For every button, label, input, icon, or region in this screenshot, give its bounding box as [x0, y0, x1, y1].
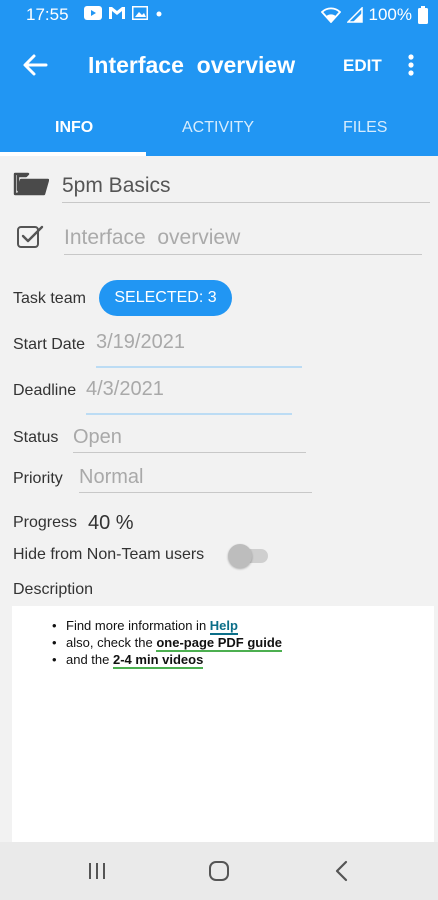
status-label: Status [13, 429, 59, 446]
back-icon[interactable] [329, 858, 355, 884]
description-editor[interactable]: Find more information in Help also, chec… [12, 606, 434, 842]
description-label: Description [13, 581, 94, 598]
home-icon[interactable] [206, 858, 232, 884]
list-item-text: also, check the [66, 635, 157, 650]
task-name-underline [64, 254, 422, 255]
task-team-label: Task team [13, 290, 86, 307]
deadline-label: Deadline [13, 382, 77, 399]
project-field[interactable]: 5pm Basics [62, 174, 171, 198]
hide-from-non-team-label: Hide from Non-Team users [13, 546, 205, 563]
status-bar: 17:55 100% [0, 0, 438, 30]
description-list: Find more information in Help also, chec… [52, 618, 282, 669]
system-icons: 100% [320, 5, 428, 25]
priority-select[interactable]: Normal [79, 466, 143, 489]
list-item-text: Find more information in [66, 618, 210, 633]
start-date-underline [96, 366, 302, 368]
deadline-input[interactable]: 4/3/2021 [86, 378, 164, 401]
list-item: also, check the one-page PDF guide [52, 635, 282, 652]
help-link[interactable]: Help [209, 618, 238, 635]
gmail-icon [109, 7, 125, 19]
task-form: 5pm Basics Interface overview Task team … [0, 156, 438, 842]
tab-activity[interactable]: ACTIVITY [182, 119, 254, 137]
tab-files[interactable]: FILES [343, 119, 387, 137]
task-team-button[interactable]: SELECTED: 3 [99, 280, 232, 316]
arrow-left-icon[interactable] [22, 52, 48, 78]
tab-info[interactable]: INFO [55, 119, 93, 137]
folder-icon [13, 172, 49, 196]
priority-underline [79, 492, 312, 493]
status-time: 17:55 [26, 5, 69, 24]
checkbox-icon [17, 225, 44, 248]
videos-link[interactable]: 2-4 min videos [113, 652, 204, 669]
toggle-knob [228, 544, 252, 568]
tab-bar: INFO ACTIVITY FILES [0, 100, 438, 156]
deadline-underline [86, 413, 292, 415]
youtube-icon [84, 6, 102, 20]
list-item: and the 2-4 min videos [52, 652, 282, 669]
system-nav-bar [0, 842, 438, 900]
progress-input[interactable]: 40 % [88, 512, 134, 535]
gallery-icon [132, 6, 148, 20]
priority-label: Priority [13, 470, 63, 487]
start-date-input[interactable]: 3/19/2021 [96, 331, 185, 354]
hide-from-non-team-toggle[interactable] [228, 542, 270, 568]
task-name-input[interactable]: Interface overview [64, 226, 240, 250]
app-bar: Interface overview EDIT [0, 30, 438, 100]
pdf-guide-link[interactable]: one-page PDF guide [156, 635, 282, 652]
list-item: Find more information in Help [52, 618, 282, 635]
project-underline [62, 202, 430, 203]
edit-button[interactable]: EDIT [343, 56, 382, 76]
battery-percent: 100% [368, 5, 412, 24]
recents-icon[interactable] [84, 858, 110, 884]
battery-icon [418, 6, 428, 24]
notification-icons [84, 6, 164, 20]
wifi-icon [320, 7, 341, 23]
start-date-label: Start Date [13, 336, 86, 353]
dot-icon [156, 11, 162, 17]
page-title: Interface overview [88, 52, 296, 78]
list-item-text: and the [66, 652, 113, 667]
more-vertical-icon[interactable] [402, 52, 420, 80]
status-underline [73, 452, 306, 453]
status-select[interactable]: Open [73, 426, 122, 449]
signal-icon [346, 7, 363, 23]
progress-label: Progress [13, 514, 78, 531]
